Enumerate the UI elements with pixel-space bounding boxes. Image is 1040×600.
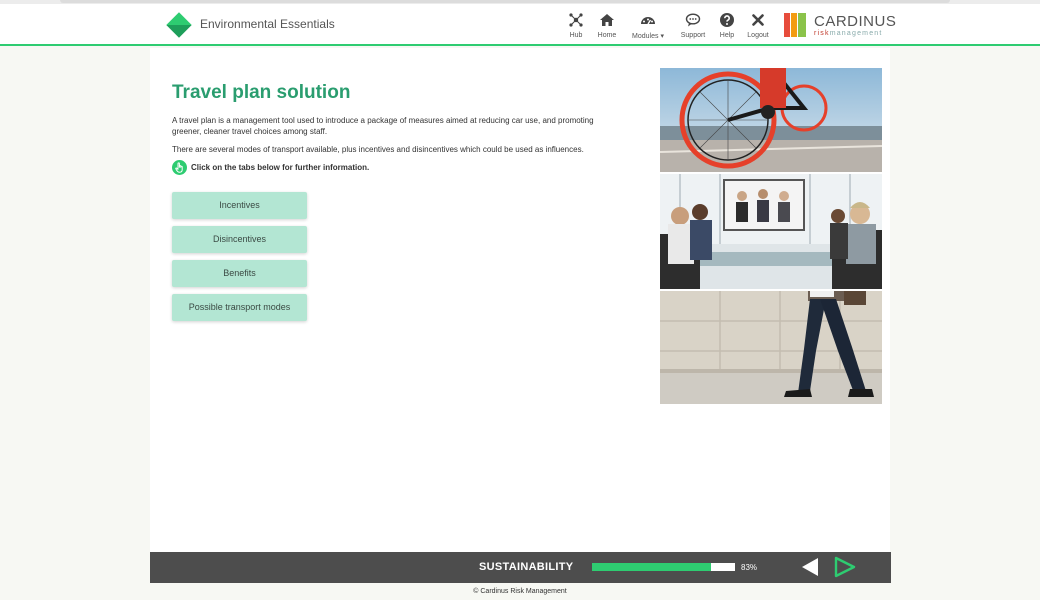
walking-commuter-photo [660, 291, 882, 404]
arrow-right-icon [834, 556, 856, 578]
copyright-text: Cardinus Risk Management [480, 588, 567, 595]
nav-hub-label: Hub [569, 32, 583, 39]
nav-support-label: Support [680, 32, 706, 39]
copyright-icon: © [473, 588, 479, 595]
nav-home[interactable]: Home [592, 12, 622, 39]
nav-help[interactable]: Help [715, 12, 739, 39]
nav-home-label: Home [597, 32, 617, 39]
top-header: Environmental Essentials Hub Home Module… [0, 4, 1040, 46]
nav-support[interactable]: Support [676, 12, 710, 39]
brand-subtitle: riskmanagement [814, 30, 883, 37]
progress-fill [592, 563, 711, 571]
speech-bubble-icon [685, 13, 701, 27]
question-icon [720, 13, 734, 27]
bicycle-photo [660, 68, 882, 172]
meeting-photo [660, 174, 882, 289]
nav-logout-label: Logout [747, 32, 769, 39]
dashboard-icon [641, 17, 655, 25]
section-name: SUSTAINABILITY [479, 561, 574, 573]
progress-percent: 83% [741, 563, 758, 572]
hint-text: Click on the tabs below for further info… [191, 163, 370, 172]
footer-progress-bar: SUSTAINABILITY 83% [150, 552, 891, 583]
nav-help-label: Help [719, 32, 735, 39]
page-title: Travel plan solution [172, 82, 351, 103]
tab-incentives[interactable]: Incentives [172, 192, 307, 219]
cardinus-bars-icon [784, 13, 808, 37]
chevron-down-icon: ▾ [660, 33, 664, 40]
main-content: Travel plan solution A travel plan is a … [150, 48, 890, 552]
next-page-button[interactable] [834, 556, 856, 578]
nav-hub[interactable]: Hub [560, 12, 592, 39]
course-logo-icon [166, 12, 192, 38]
address-bar-edge [60, 0, 950, 3]
progress-track [592, 563, 735, 571]
hub-icon [569, 13, 583, 27]
previous-page-button[interactable] [801, 557, 819, 577]
nav-modules-label: Modules ▾ [632, 33, 664, 40]
arrow-left-icon [802, 558, 818, 576]
nav-logout[interactable]: Logout [743, 12, 773, 39]
brand-name: CARDINUS [814, 13, 897, 30]
close-icon [752, 14, 764, 26]
hand-pointer-icon [172, 160, 187, 175]
modes-paragraph: There are several modes of transport ava… [172, 145, 584, 154]
tab-benefits[interactable]: Benefits [172, 260, 307, 287]
home-icon [600, 14, 614, 26]
tab-possible-transport-modes[interactable]: Possible transport modes [172, 294, 307, 321]
tab-disincentives[interactable]: Disincentives [172, 226, 307, 253]
nav-modules[interactable]: Modules ▾ [626, 12, 670, 40]
copyright: © Cardinus Risk Management [0, 588, 1040, 595]
intro-paragraph: A travel plan is a management tool used … [172, 116, 594, 136]
app-title: Environmental Essentials [200, 17, 335, 31]
